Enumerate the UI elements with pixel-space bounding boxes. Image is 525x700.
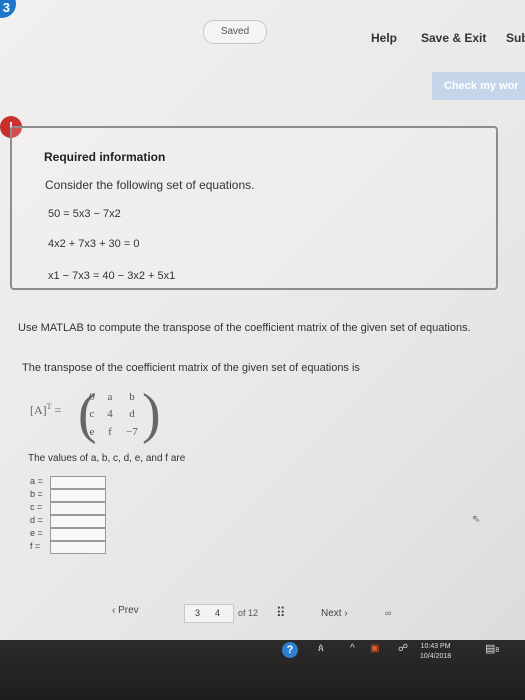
windows-taskbar: ? ጰ ^ ▣ ☍ 10:43 PM 10/4/2018 ▤8: [0, 640, 525, 700]
equation-3: x1 − 7x3 = 40 − 3x2 + 5x1: [48, 270, 176, 282]
saved-status: Saved: [203, 20, 267, 44]
help-link[interactable]: Help: [371, 31, 397, 45]
answer-label: f =: [30, 541, 41, 551]
help-circle-icon[interactable]: ?: [282, 642, 298, 658]
required-info-title: Required information: [44, 150, 166, 164]
page-prev-number: 3: [195, 608, 201, 618]
prev-button[interactable]: ‹ Prev: [112, 605, 139, 616]
matrix-cell: c: [89, 408, 95, 420]
answer-input-f[interactable]: [50, 541, 106, 554]
values-statement: The values of a, b, c, d, e, and f are: [28, 453, 186, 464]
answer-input-c[interactable]: [50, 502, 106, 515]
mouse-cursor-icon: ⇖: [472, 514, 481, 525]
answer-input-e[interactable]: [50, 528, 106, 541]
matrix-cell: f: [108, 426, 112, 438]
answer-label: d =: [30, 515, 43, 525]
transpose-superscript: T: [46, 402, 52, 411]
equation-2: 4x2 + 7x3 + 30 = 0: [48, 238, 140, 250]
answer-label: c =: [30, 502, 43, 512]
grid-icon[interactable]: ⠿: [276, 605, 285, 621]
matrix-cell: 0: [89, 391, 95, 403]
notifications-icon[interactable]: ▤8: [485, 642, 499, 655]
matrix-name: [A]: [30, 403, 47, 417]
matrix-cell: d: [129, 408, 135, 420]
save-exit-link[interactable]: Save & Exit: [421, 31, 486, 45]
prev-label: Prev: [118, 605, 139, 616]
question-pager: ‹ Prev ∞ 3 4 of 12 ⠿ Next ›: [0, 600, 525, 630]
answer-label: e =: [30, 528, 43, 538]
matrix-cell: 4: [107, 408, 113, 420]
matrix-cell: −7: [126, 426, 138, 438]
people-icon[interactable]: ጰ: [318, 643, 324, 654]
equals-sign: =: [54, 403, 62, 417]
clock[interactable]: 10:43 PM 10/4/2018: [420, 642, 451, 662]
check-my-work-button[interactable]: Check my wor: [432, 72, 525, 100]
chevron-right-icon: ›: [341, 608, 348, 619]
clock-time: 10:43 PM: [420, 643, 451, 650]
app-tray-icon[interactable]: ▣: [370, 643, 379, 654]
transpose-matrix: ( ) 0 a b c 4 d e f −7: [78, 383, 161, 446]
question-prompt: Use MATLAB to compute the transpose of t…: [18, 322, 471, 334]
answer-input-b[interactable]: [50, 489, 106, 502]
answer-input-d[interactable]: [50, 515, 106, 528]
page-selector[interactable]: ∞ 3 4: [184, 604, 391, 623]
next-label: Next: [321, 608, 342, 619]
network-icon[interactable]: ☍: [398, 643, 408, 654]
question-number-badge: 3: [0, 0, 16, 18]
notification-count: 8: [495, 647, 500, 654]
answer-input-a[interactable]: [50, 476, 106, 489]
matrix-label: [A]T =: [30, 402, 61, 418]
matrix-cell: b: [129, 391, 135, 403]
notification-glyph: ▤: [485, 643, 496, 655]
right-paren: ): [142, 383, 161, 445]
answer-label: b =: [30, 489, 43, 499]
required-information-box: Required information Consider the follow…: [10, 126, 498, 290]
page-total: of 12: [238, 608, 259, 618]
link-icon: ∞: [385, 608, 392, 618]
equation-1: 50 = 5x3 − 7x2: [48, 208, 121, 220]
next-button[interactable]: Next ›: [321, 608, 348, 619]
consider-text: Consider the following set of equations.: [45, 178, 255, 192]
chevron-up-icon[interactable]: ^: [350, 643, 355, 654]
page-current-number: 4: [215, 608, 221, 618]
submit-link[interactable]: Sub: [506, 31, 525, 45]
answer-label: a =: [30, 476, 43, 486]
assignment-page: 3 Saved Help Save & Exit Sub Check my wo…: [0, 0, 525, 640]
matrix-cell: e: [89, 426, 95, 438]
clock-date: 10/4/2018: [420, 653, 452, 660]
matrix-cell: a: [107, 391, 113, 403]
transpose-statement: The transpose of the coefficient matrix …: [22, 362, 360, 374]
